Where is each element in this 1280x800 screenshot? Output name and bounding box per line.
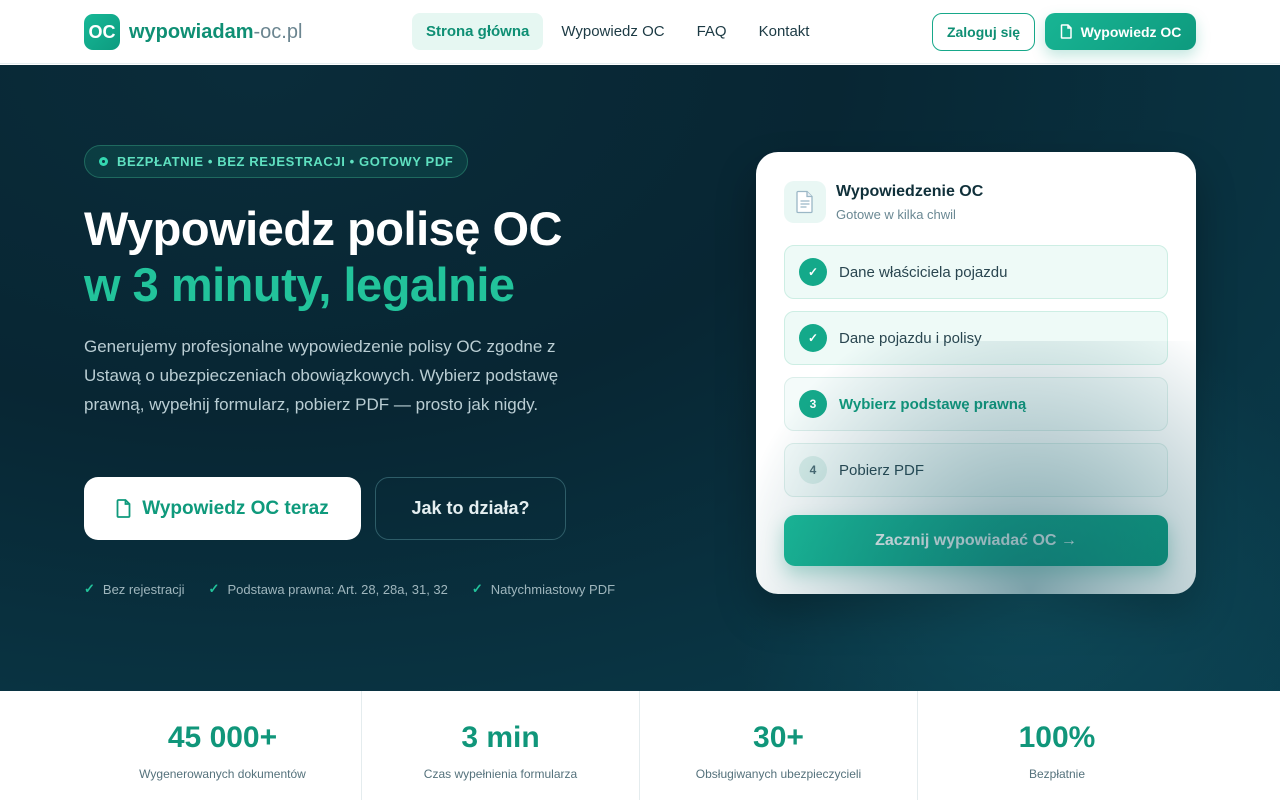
- step-label: Wybierz podstawę prawną: [839, 395, 1027, 413]
- menu-item-faq[interactable]: FAQ: [683, 13, 741, 50]
- checkmark-icon: ✓: [471, 581, 483, 596]
- stat-value: 3 min: [461, 721, 540, 754]
- main-menu: Strona główna Wypowiedz OC FAQ Kontakt: [412, 13, 827, 50]
- logo-wordmark: wypowiadam-oc.pl: [129, 21, 302, 44]
- top-nav: OC wypowiadam-oc.pl Strona główna Wypowi…: [0, 0, 1280, 64]
- menu-item-cancel-oc[interactable]: Wypowiedz OC: [547, 13, 678, 50]
- step-label: Dane pojazdu i polisy: [839, 329, 982, 347]
- checkmark-icon: ✓: [208, 581, 220, 596]
- hero-primary-label: Wypowiedz OC teraz: [142, 497, 329, 519]
- hero-title-line1: Wypowiedz polisę OC: [84, 202, 562, 255]
- checkmark-icon: ✓: [84, 581, 95, 596]
- stat-label: Wygenerowanych dokumentów: [139, 767, 306, 781]
- hero-pill-badge: BEZPŁATNIE • BEZ REJESTRACJI • GOTOWY PD…: [84, 145, 469, 178]
- feature-item: ✓ Natychmiastowy PDF: [472, 581, 615, 597]
- step-item-owner[interactable]: ✓ Dane właściciela pojazdu: [784, 245, 1168, 299]
- nav-cta-label: Wypowiedz OC: [1080, 23, 1182, 40]
- step-label: Pobierz PDF: [839, 461, 925, 479]
- feature-item: ✓ Bez rejestracji: [84, 581, 185, 597]
- hero-secondary-button[interactable]: Jak to działa?: [375, 477, 566, 540]
- nav-cancel-oc-button[interactable]: Wypowiedz OC: [1045, 13, 1196, 50]
- start-cancel-button[interactable]: Zacznij wypowiadać OC →: [784, 515, 1168, 566]
- hero-primary-button[interactable]: Wypowiedz OC teraz: [84, 477, 361, 540]
- stat-item: 100% Bezpłatnie: [918, 691, 1196, 800]
- pill-text: BEZPŁATNIE • BEZ REJESTRACJI • GOTOWY PD…: [117, 154, 454, 169]
- stats-bar: 45 000+ Wygenerowanych dokumentów 3 min …: [84, 691, 1196, 800]
- step-number-badge: 3: [799, 390, 827, 418]
- card-title: Wypowiedzenie OC: [836, 183, 984, 200]
- step-done-badge: ✓: [799, 324, 827, 352]
- step-number-badge: 4: [799, 456, 827, 484]
- stat-value: 30+: [753, 721, 804, 754]
- login-button[interactable]: Zaloguj się: [932, 13, 1035, 51]
- step-item-vehicle[interactable]: ✓ Dane pojazdu i polisy: [784, 311, 1168, 365]
- menu-item-home[interactable]: Strona główna: [412, 13, 544, 50]
- hero-section: BEZPŁATNIE • BEZ REJESTRACJI • GOTOWY PD…: [0, 65, 1280, 691]
- document-icon: [784, 181, 826, 223]
- feature-label: Podstawa prawna: Art. 28, 28a, 31, 32: [227, 581, 448, 597]
- stat-label: Czas wypełnienia formularza: [423, 767, 578, 781]
- feature-item: ✓ Podstawa prawna: Art. 28, 28a, 31, 32: [209, 581, 448, 597]
- document-icon: [116, 499, 131, 518]
- hero-lead: Generujemy profesjonalne wypowiedzenie p…: [84, 337, 559, 414]
- feature-label: Bez rejestracji: [102, 581, 185, 597]
- stat-label: Obsługiwanych ubezpieczycieli: [695, 767, 862, 781]
- logo-main-text: wypowiadam: [129, 20, 254, 43]
- stat-item: 30+ Obsługiwanych ubezpieczycieli: [640, 691, 918, 800]
- hero-feature-list: ✓ Bez rejestracji ✓ Podstawa prawna: Art…: [84, 581, 615, 597]
- logo-badge: OC: [84, 14, 120, 50]
- menu-item-contact[interactable]: Kontakt: [745, 13, 824, 50]
- step-label: Dane właściciela pojazdu: [839, 263, 1008, 281]
- logo-domain-text: -oc.pl: [253, 20, 303, 43]
- feature-label: Natychmiastowy PDF: [490, 581, 616, 597]
- stat-item: 45 000+ Wygenerowanych dokumentów: [84, 691, 362, 800]
- step-item-download[interactable]: 4 Pobierz PDF: [784, 443, 1168, 497]
- step-done-badge: ✓: [799, 258, 827, 286]
- hero-title-line2: w 3 minuty, legalnie: [84, 258, 515, 311]
- stat-label: Bezpłatnie: [1028, 767, 1086, 781]
- stat-value: 100%: [1018, 721, 1096, 754]
- site-logo[interactable]: OC wypowiadam-oc.pl: [84, 14, 302, 50]
- stat-value: 45 000+: [167, 721, 278, 754]
- step-item-legal-basis[interactable]: 3 Wybierz podstawę prawną: [784, 377, 1168, 431]
- steps-card: Wypowiedzenie OC Gotowe w kilka chwil ✓ …: [756, 152, 1196, 594]
- stat-item: 3 min Czas wypełnienia formularza: [362, 691, 640, 800]
- dot-icon: [99, 157, 108, 166]
- document-icon: [1060, 24, 1072, 39]
- card-subtitle: Gotowe w kilka chwil: [836, 207, 956, 222]
